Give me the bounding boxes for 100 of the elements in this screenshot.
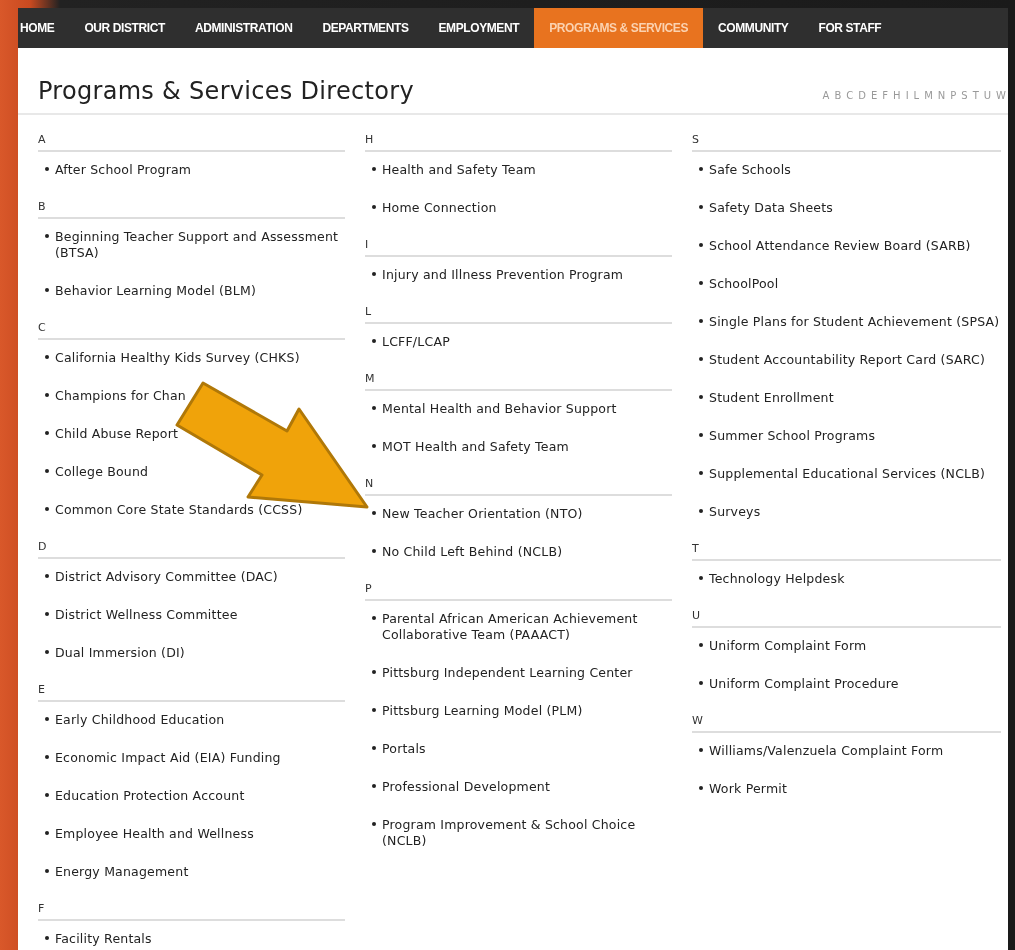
directory-link[interactable]: Safety Data Sheets bbox=[709, 200, 834, 216]
directory-link[interactable]: Champions for Chan bbox=[55, 388, 186, 404]
bullet-icon bbox=[45, 574, 49, 578]
nav-tab[interactable]: HOME bbox=[18, 8, 70, 48]
directory-link[interactable]: Uniform Complaint Procedure bbox=[709, 676, 899, 692]
nav-tab[interactable]: ADMINISTRATION bbox=[179, 8, 308, 48]
directory-link[interactable]: Common Core State Standards (CCSS) bbox=[55, 502, 303, 518]
bullet-icon bbox=[372, 167, 376, 171]
bullet-icon bbox=[45, 831, 49, 835]
directory-link[interactable]: Williams/Valenzuela Complaint Form bbox=[709, 743, 944, 759]
bullet-icon bbox=[372, 708, 376, 712]
directory-link[interactable]: Safe Schools bbox=[709, 162, 792, 178]
directory-link[interactable]: Parental African American Achievement Collaborative Team (PAAACT) bbox=[382, 611, 672, 643]
bullet-icon bbox=[699, 576, 703, 580]
letter-heading: S bbox=[692, 133, 1001, 152]
nav-tab[interactable]: EMPLOYMENT bbox=[423, 8, 535, 48]
directory-link[interactable]: School Attendance Review Board (SARB) bbox=[709, 238, 971, 254]
bullet-icon bbox=[372, 406, 376, 410]
bullet-icon bbox=[699, 433, 703, 437]
bullet-icon bbox=[699, 357, 703, 361]
directory-link[interactable]: Economic Impact Aid (EIA) Funding bbox=[55, 750, 281, 766]
directory-link[interactable]: Pittsburg Learning Model (PLM) bbox=[382, 703, 583, 719]
directory-link[interactable]: Early Childhood Education bbox=[55, 712, 225, 728]
bullet-icon bbox=[45, 507, 49, 511]
letter-heading: M bbox=[365, 372, 672, 391]
bullet-icon bbox=[45, 793, 49, 797]
directory-link[interactable]: Health and Safety Team bbox=[382, 162, 536, 178]
bullet-icon bbox=[699, 471, 703, 475]
directory-link[interactable]: Child Abuse Report bbox=[55, 426, 179, 442]
letter-heading: F bbox=[38, 902, 345, 921]
directory-link[interactable]: Supplemental Educational Services (NCLB) bbox=[709, 466, 986, 482]
bullet-icon bbox=[45, 936, 49, 940]
bullet-icon bbox=[699, 395, 703, 399]
bullet-icon bbox=[699, 748, 703, 752]
bullet-icon bbox=[372, 616, 376, 620]
directory-link[interactable]: After School Program bbox=[55, 162, 192, 178]
bullet-icon bbox=[372, 511, 376, 515]
directory-link[interactable]: Portals bbox=[382, 741, 426, 757]
directory-link[interactable]: Single Plans for Student Achievement (SPSA) bbox=[709, 314, 1000, 330]
bullet-icon bbox=[45, 355, 49, 359]
bullet-icon bbox=[45, 869, 49, 873]
letter-heading: A bbox=[38, 133, 345, 152]
letter-heading: T bbox=[692, 542, 1001, 561]
directory-link[interactable]: Employee Health and Wellness bbox=[55, 826, 254, 842]
directory-link[interactable]: Student Accountability Report Card (SARC) bbox=[709, 352, 986, 368]
letter-heading: H bbox=[365, 133, 672, 152]
bullet-icon bbox=[372, 746, 376, 750]
nav-tab[interactable]: FOR STAFF bbox=[803, 8, 897, 48]
bullet-icon bbox=[45, 717, 49, 721]
nav-tab[interactable]: OUR DISTRICT bbox=[69, 8, 180, 48]
directory-link[interactable]: Professional Development bbox=[382, 779, 551, 795]
bullet-icon bbox=[372, 444, 376, 448]
directory-link[interactable]: Summer School Programs bbox=[709, 428, 876, 444]
directory-link[interactable]: Pittsburg Independent Learning Center bbox=[382, 665, 633, 681]
directory-link[interactable]: Home Connection bbox=[382, 200, 497, 216]
bullet-icon bbox=[45, 393, 49, 397]
bullet-icon bbox=[45, 650, 49, 654]
directory-link[interactable]: New Teacher Orientation (NTO) bbox=[382, 506, 583, 522]
nav-tab[interactable]: COMMUNITY bbox=[703, 8, 804, 48]
letter-heading: B bbox=[38, 200, 345, 219]
letter-heading: D bbox=[38, 540, 345, 559]
directory-link[interactable]: Technology Helpdesk bbox=[709, 571, 845, 587]
directory-link[interactable]: College Bound bbox=[55, 464, 149, 480]
bullet-icon bbox=[372, 822, 376, 826]
bullet-icon bbox=[372, 549, 376, 553]
bullet-icon bbox=[699, 681, 703, 685]
bullet-icon bbox=[372, 784, 376, 788]
directory-link[interactable]: SchoolPool bbox=[709, 276, 779, 292]
bullet-icon bbox=[699, 167, 703, 171]
bullet-icon bbox=[45, 234, 49, 238]
letter-heading: L bbox=[365, 305, 672, 324]
directory-link[interactable]: Student Enrollment bbox=[709, 390, 834, 406]
bullet-icon bbox=[45, 755, 49, 759]
letter-heading: I bbox=[365, 238, 672, 257]
directory-link[interactable]: Energy Management bbox=[55, 864, 189, 880]
directory-link[interactable]: LCFF/LCAP bbox=[382, 334, 450, 350]
letter-heading: C bbox=[38, 321, 345, 340]
nav-tab[interactable]: DEPARTMENTS bbox=[307, 8, 424, 48]
directory-link[interactable]: Injury and Illness Prevention Program bbox=[382, 267, 624, 283]
bullet-icon bbox=[45, 612, 49, 616]
directory-link[interactable]: Work Permit bbox=[709, 781, 788, 797]
directory-link[interactable]: Facility Rentals bbox=[55, 931, 152, 947]
directory-link[interactable]: California Healthy Kids Survey (CHKS) bbox=[55, 350, 300, 366]
directory-link[interactable]: MOT Health and Safety Team bbox=[382, 439, 569, 455]
directory-link[interactable]: Program Improvement & School Choice (NCLB) bbox=[382, 817, 672, 849]
directory-link[interactable]: No Child Left Behind (NCLB) bbox=[382, 544, 563, 560]
directory-link[interactable]: District Wellness Committee bbox=[55, 607, 238, 623]
directory-link[interactable]: Uniform Complaint Form bbox=[709, 638, 867, 654]
directory-link[interactable]: Surveys bbox=[709, 504, 761, 520]
directory-link[interactable]: Beginning Teacher Support and Assessment (BTSA) bbox=[55, 229, 345, 261]
page-title: Programs & Services Directory bbox=[38, 76, 414, 105]
directory-link[interactable]: District Advisory Committee (DAC) bbox=[55, 569, 278, 585]
directory-link[interactable]: Behavior Learning Model (BLM) bbox=[55, 283, 257, 299]
directory-link[interactable]: Dual Immersion (DI) bbox=[55, 645, 185, 661]
bullet-icon bbox=[372, 339, 376, 343]
bullet-icon bbox=[699, 319, 703, 323]
bullet-icon bbox=[699, 509, 703, 513]
directory-link[interactable]: Mental Health and Behavior Support bbox=[382, 401, 617, 417]
directory-link[interactable]: Education Protection Account bbox=[55, 788, 245, 804]
letter-heading: N bbox=[365, 477, 672, 496]
